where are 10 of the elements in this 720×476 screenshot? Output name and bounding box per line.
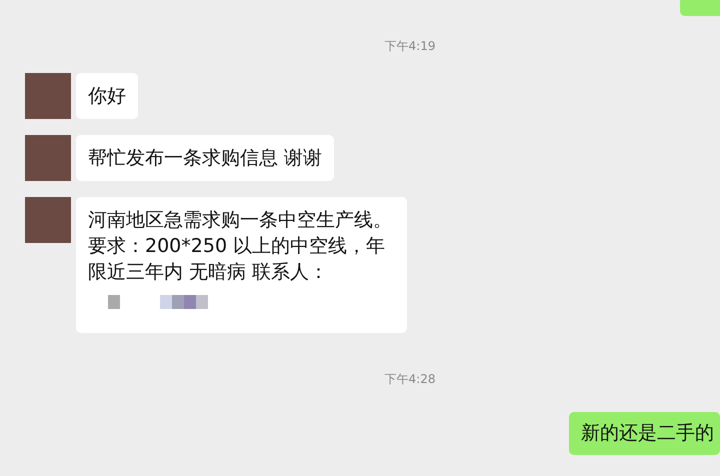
avatar[interactable]: [25, 135, 71, 181]
message-bubble: [680, 0, 720, 16]
message-text: 新的还是二手的: [581, 421, 714, 446]
avatar[interactable]: [25, 73, 71, 119]
timestamp: 下午4:19: [384, 38, 436, 55]
avatar[interactable]: [25, 197, 71, 243]
timestamp: 下午4:28: [384, 371, 436, 388]
message-text: 帮忙发布一条求购信息 谢谢: [88, 146, 322, 171]
message-text: 河南地区急需求购一条中空生产线。要求：200*250 以上的中空线，年限近三年内 无暗病 联系人：: [88, 208, 393, 285]
message-text: 你好: [88, 84, 126, 109]
